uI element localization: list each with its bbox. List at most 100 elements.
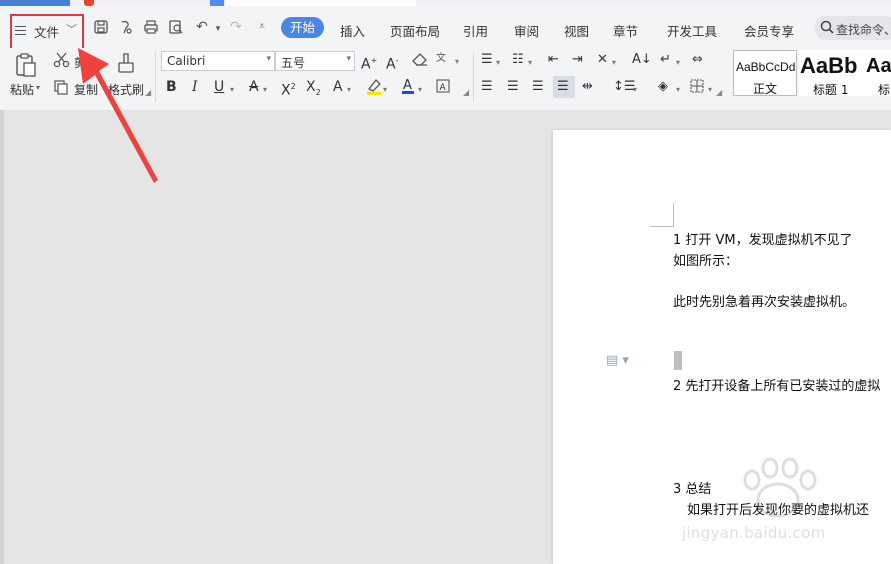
print-preview-icon[interactable]: [168, 19, 184, 35]
show-marks-dropdown-icon[interactable]: ▾: [676, 55, 680, 71]
tab-insert[interactable]: 插入: [340, 21, 365, 40]
text-effect-dropdown-icon[interactable]: ▾: [347, 82, 351, 98]
print-icon[interactable]: [143, 19, 159, 35]
paragraph-launcher-icon[interactable]: ◢: [716, 88, 722, 97]
chinese-layout-icon[interactable]: ✕: [597, 52, 608, 68]
font-color-icon[interactable]: A: [401, 77, 415, 99]
undo-icon[interactable]: ↶: [194, 19, 210, 35]
style-normal[interactable]: AaBbCcDd 正文: [733, 50, 797, 96]
highlight-dropdown-icon[interactable]: ▾: [383, 82, 387, 98]
style-heading-1-preview: AaBb: [800, 53, 858, 78]
align-left-icon[interactable]: ☰: [481, 79, 493, 95]
paste-dropdown-icon[interactable]: ▾: [36, 83, 40, 92]
image-placeholder[interactable]: [674, 351, 682, 370]
paragraph-options-icon[interactable]: ▤ ▾: [606, 353, 629, 368]
tab-review[interactable]: 审阅: [514, 21, 539, 40]
tab-stops-icon[interactable]: ⇔: [692, 52, 703, 68]
borders-icon[interactable]: [690, 79, 704, 97]
chinese-layout-dropdown-icon[interactable]: ▾: [612, 55, 616, 71]
redo-icon[interactable]: ↷: [228, 19, 244, 35]
ribbon-home: 粘贴 ▾ 剪切 复制 格式刷 ◢ Calibri ▾ 五号 ▾ A+ A- 文 …: [0, 48, 891, 110]
decrease-indent-icon[interactable]: ⇤: [548, 52, 559, 68]
tab-references[interactable]: 引用: [463, 21, 488, 40]
tab-page-layout[interactable]: 页面布局: [390, 21, 440, 40]
quick-access-more-icon[interactable]: ⩡: [254, 19, 270, 35]
bullet-list-icon[interactable]: ☰: [481, 52, 493, 68]
shading-icon[interactable]: ◈: [658, 79, 668, 95]
text-effect-icon[interactable]: A: [333, 79, 343, 95]
align-center-icon[interactable]: ☰: [507, 79, 519, 95]
sort-icon[interactable]: A↓: [632, 52, 652, 68]
font-size-select[interactable]: 五号 ▾: [275, 51, 355, 71]
doc-paragraph[interactable]: 1 打开 VM，发现虚拟机不见了: [673, 229, 853, 248]
style-heading-2[interactable]: Aa 标: [865, 50, 891, 97]
shrink-font-icon[interactable]: A-: [386, 53, 398, 73]
grow-font-icon[interactable]: A+: [361, 53, 377, 73]
distributed-align-icon[interactable]: ⇹: [582, 79, 593, 95]
style-heading-1[interactable]: AaBb 标题 1: [799, 50, 865, 97]
bullet-dropdown-icon[interactable]: ▾: [496, 55, 500, 71]
output-pdf-icon[interactable]: [118, 19, 134, 35]
underline-icon[interactable]: U: [214, 79, 224, 95]
search-icon: [820, 20, 834, 38]
cut-label[interactable]: 剪切: [74, 54, 98, 71]
style-heading-2-preview: Aa: [866, 55, 891, 77]
line-spacing-dropdown-icon[interactable]: ▾: [633, 82, 637, 98]
divider: [473, 52, 474, 102]
doc-paragraph[interactable]: 2 先打开设备上所有已安装过的虚拟: [673, 375, 880, 394]
increase-indent-icon[interactable]: ⇥: [572, 52, 583, 68]
char-border-icon[interactable]: A: [436, 79, 450, 97]
shading-dropdown-icon[interactable]: ▾: [676, 82, 680, 98]
paste-label[interactable]: 粘贴: [10, 81, 34, 98]
borders-dropdown-icon[interactable]: ▾: [708, 82, 712, 98]
numbered-dropdown-icon[interactable]: ▾: [528, 55, 532, 71]
font-color-dropdown-icon[interactable]: ▾: [418, 82, 422, 98]
site-watermark: jingyan.baidu.com: [680, 457, 880, 558]
margin-corner-mark: [650, 226, 674, 227]
copy-label[interactable]: 复制: [74, 81, 98, 98]
tab-chapter[interactable]: 章节: [613, 21, 638, 40]
hamburger-icon: [15, 26, 26, 35]
italic-icon[interactable]: I: [192, 79, 198, 95]
tab-member[interactable]: 会员专享: [744, 21, 794, 40]
undo-dropdown-icon[interactable]: ▾: [210, 21, 226, 37]
style-heading-1-label: 标题 1: [813, 83, 849, 97]
phonetic-guide-icon[interactable]: 文: [436, 51, 446, 67]
font-name-select[interactable]: Calibri ▾: [161, 51, 275, 71]
superscript-icon[interactable]: X2: [281, 79, 296, 99]
show-marks-icon[interactable]: ↵: [660, 52, 671, 68]
underline-dropdown-icon[interactable]: ▾: [230, 82, 234, 98]
clipboard-launcher-icon[interactable]: ◢: [145, 88, 151, 97]
clear-format-icon[interactable]: [412, 53, 428, 71]
save-icon[interactable]: [93, 19, 109, 35]
scissors-icon[interactable]: [53, 52, 71, 72]
chevron-down-icon: ﹀: [66, 23, 77, 36]
strikethrough-dropdown-icon[interactable]: ▾: [263, 82, 267, 98]
tab-developer[interactable]: 开发工具: [667, 21, 717, 40]
svg-text:A: A: [403, 78, 412, 93]
font-size-value: 五号: [281, 56, 306, 70]
subscript-icon[interactable]: X2: [306, 79, 321, 101]
doc-paragraph[interactable]: 如图所示：: [673, 250, 738, 269]
strikethrough-icon[interactable]: A: [249, 79, 259, 95]
tab-view[interactable]: 视图: [564, 21, 589, 40]
phonetic-dropdown-icon[interactable]: ▾: [455, 54, 459, 70]
paste-icon[interactable]: [14, 52, 38, 82]
format-painter-label[interactable]: 格式刷: [108, 81, 144, 98]
command-search-input[interactable]: 查找命令、: [814, 16, 891, 40]
bold-icon[interactable]: B: [166, 79, 177, 95]
highlight-icon[interactable]: [366, 78, 382, 100]
align-justify-icon: ☰: [557, 79, 569, 94]
numbered-list-icon[interactable]: ☷: [512, 52, 524, 68]
format-painter-icon[interactable]: [115, 51, 137, 81]
file-menu-label: 文件: [34, 25, 60, 40]
copy-icon[interactable]: [53, 79, 69, 99]
font-launcher-icon[interactable]: ◢: [463, 88, 469, 97]
watermark-text: jingyan.baidu.com: [682, 524, 826, 542]
doc-paragraph[interactable]: 此时先别急着再次安装虚拟机。: [673, 291, 855, 310]
align-right-icon[interactable]: ☰: [532, 79, 544, 95]
tab-home[interactable]: 开始: [281, 17, 324, 38]
file-menu-button[interactable]: 文件 ﹀: [10, 14, 84, 51]
divider: [155, 52, 156, 102]
chevron-down-icon: ▾: [266, 54, 271, 64]
